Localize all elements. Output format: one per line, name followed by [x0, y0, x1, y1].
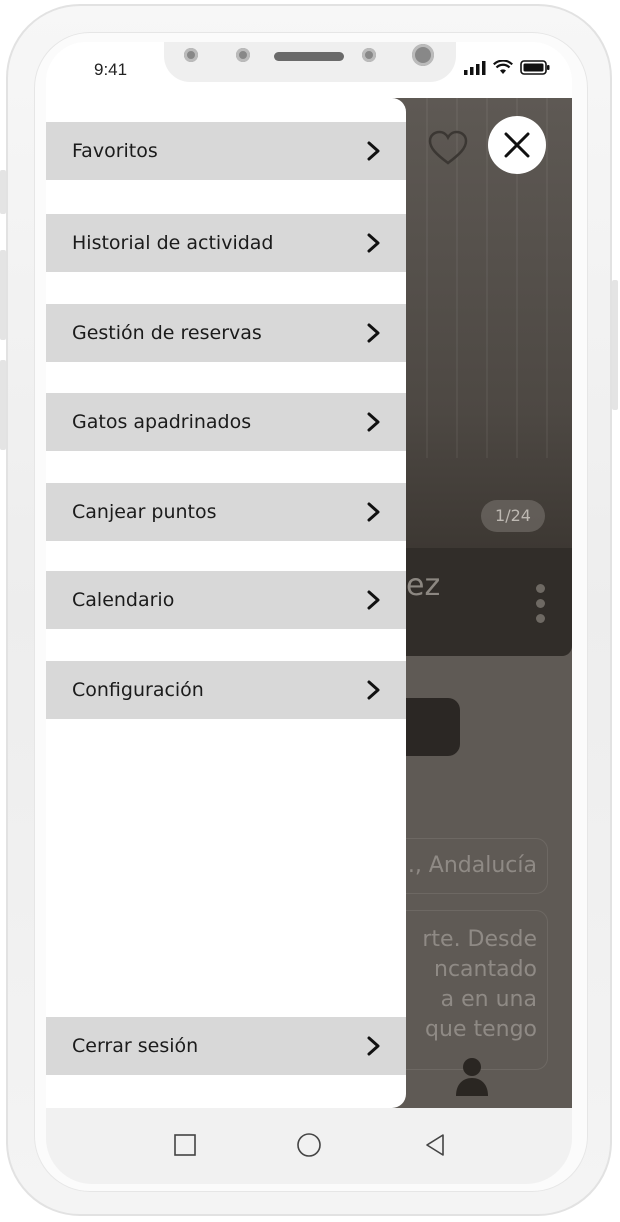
photo-stripe	[546, 98, 548, 458]
close-button[interactable]	[488, 116, 546, 174]
back-icon	[426, 1134, 444, 1156]
side-menu: Favoritos Historial de actividad Gestión…	[46, 98, 406, 1108]
wifi-icon	[493, 60, 513, 74]
menu-item-favoritos[interactable]: Favoritos	[46, 122, 406, 180]
chevron-right-icon	[367, 141, 380, 161]
chevron-right-icon	[367, 1036, 380, 1056]
chevron-right-icon	[367, 590, 380, 610]
side-button-left-mid	[0, 250, 6, 340]
menu-item-historial[interactable]: Historial de actividad	[46, 214, 406, 272]
home-icon	[297, 1133, 321, 1157]
menu-item-gatos-apadrinados[interactable]: Gatos apadrinados	[46, 393, 406, 451]
navigation-bar	[46, 1108, 572, 1184]
photo-counter: 1/24	[481, 500, 545, 532]
side-button-left-bottom	[0, 360, 6, 450]
menu-item-label: Favoritos	[72, 140, 158, 162]
back-button[interactable]	[420, 1130, 450, 1160]
menu-item-label: Configuración	[72, 679, 204, 701]
status-time: 9:41	[94, 60, 128, 79]
menu-item-canjear-puntos[interactable]: Canjear puntos	[46, 483, 406, 541]
camera-notch	[164, 42, 456, 82]
close-icon	[504, 132, 530, 158]
menu-item-configuracion[interactable]: Configuración	[46, 661, 406, 719]
menu-item-reservas[interactable]: Gestión de reservas	[46, 304, 406, 362]
side-button-right	[612, 280, 618, 410]
menu-item-label: Calendario	[72, 589, 175, 611]
side-button-left-top	[0, 170, 6, 214]
sensor-icon	[236, 48, 250, 62]
logout-label: Cerrar sesión	[72, 1035, 199, 1057]
menu-item-label: Historial de actividad	[72, 232, 274, 254]
photo-stripe	[486, 98, 488, 458]
recents-icon	[174, 1134, 196, 1156]
chevron-right-icon	[367, 233, 380, 253]
menu-item-calendario[interactable]: Calendario	[46, 571, 406, 629]
chevron-right-icon	[367, 502, 380, 522]
profile-name: ez	[406, 568, 441, 603]
sensor-icon	[362, 48, 376, 62]
user-icon[interactable]	[454, 1056, 490, 1096]
status-bar: 9:41	[46, 42, 572, 98]
chevron-right-icon	[367, 680, 380, 700]
screen: 1/24 ez ., Andalucía rte. Desde ncantado…	[46, 42, 572, 1108]
sensor-icon	[184, 48, 198, 62]
recents-button[interactable]	[170, 1130, 200, 1160]
menu-item-label: Gatos apadrinados	[72, 411, 252, 433]
signal-icon	[464, 60, 486, 75]
status-icons	[464, 60, 550, 75]
battery-icon	[520, 60, 550, 75]
chevron-right-icon	[367, 412, 380, 432]
more-options-icon[interactable]	[536, 584, 545, 629]
heart-icon[interactable]	[428, 130, 468, 166]
camera-icon	[412, 44, 434, 66]
logout-button[interactable]: Cerrar sesión	[46, 1017, 406, 1075]
menu-item-label: Gestión de reservas	[72, 322, 262, 344]
menu-item-label: Canjear puntos	[72, 501, 217, 523]
chevron-right-icon	[367, 323, 380, 343]
home-button[interactable]	[294, 1130, 324, 1160]
speaker-grille	[274, 52, 344, 61]
